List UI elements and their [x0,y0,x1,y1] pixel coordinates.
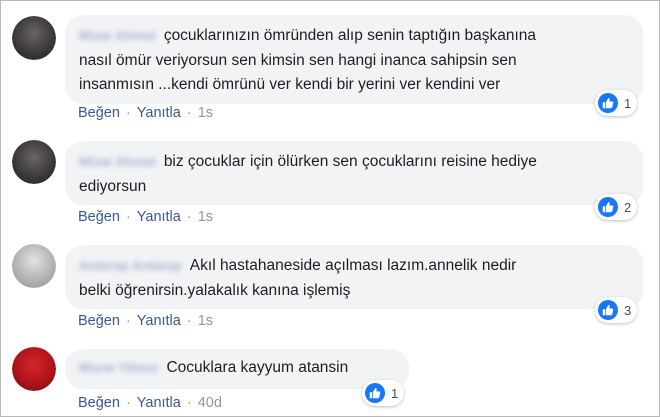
avatar[interactable] [12,140,56,184]
reaction-counter[interactable]: 1 [362,380,405,406]
reaction-counter[interactable]: 2 [595,194,638,220]
comment-author[interactable]: Mizar Ahmet [79,24,156,49]
separator-dot: · [125,105,131,121]
timestamp-link[interactable]: 1s [198,313,213,329]
comment-author[interactable]: Mizar Ahmet [79,150,156,175]
comment-text-line: biz çocuklar için ölürken sen çocukların… [163,153,537,170]
like-thumb-icon [598,197,618,217]
reaction-count: 1 [624,95,632,111]
comment-text-line: Cocuklara kayyum atansin [166,359,349,376]
reaction-count: 1 [391,385,399,401]
avatar[interactable] [12,347,56,391]
separator-dot: · [125,209,131,225]
comment-author[interactable]: Antürap Antürap [79,254,182,279]
comment-bubble: Murat Yilmaz Cocuklara kayyum atansin [65,349,409,389]
comment-actions: Beğen · Yanıtla · 1s [78,313,213,329]
like-link[interactable]: Beğen [78,313,120,329]
comment-actions: Beğen · Yanıtla · 40d [78,395,222,411]
avatar[interactable] [12,16,56,60]
reply-link[interactable]: Yanıtla [137,209,181,225]
like-link[interactable]: Beğen [78,395,120,411]
comment-text-line: Akıl hastahaneside açılması lazım.anneli… [189,257,517,274]
comment-text-line: çocuklarınızın ömründen alıp senin taptı… [163,27,537,44]
comment-actions: Beğen · Yanıtla · 1s [78,209,213,225]
comment-text-line: ediyorsun [79,177,147,195]
separator-dot: · [125,313,131,329]
comment-text-line: nasıl ömür veriyorsun sen kimsin sen han… [79,51,517,69]
avatar[interactable] [12,244,56,288]
comment-bubble: Mizar Ahmet biz çocuklar için ölürken sen… [65,141,643,205]
separator-dot: · [186,395,192,411]
timestamp-link[interactable]: 1s [198,105,213,121]
separator-dot: · [186,105,192,121]
comment-author[interactable]: Murat Yilmaz [79,356,158,381]
timestamp-link[interactable]: 1s [198,209,213,225]
like-link[interactable]: Beğen [78,209,120,225]
like-thumb-icon [598,93,618,113]
comments-panel: Mizar Ahmet çocuklarınızın ömründen alıp … [0,0,660,417]
reply-link[interactable]: Yanıtla [137,105,181,121]
reaction-counter[interactable]: 1 [595,90,638,116]
comment-actions: Beğen · Yanıtla · 1s [78,105,213,121]
comment-bubble: Mizar Ahmet çocuklarınızın ömründen alıp … [65,15,643,104]
comment-bubble: Antürap Antürap Akıl hastahaneside açılma… [65,245,643,309]
reply-link[interactable]: Yanıtla [137,395,181,411]
comment-text-line: belki öğrenirsin.yalakalık kanına işlemi… [79,281,351,299]
reaction-count: 2 [624,199,632,215]
reply-link[interactable]: Yanıtla [137,313,181,329]
timestamp-link[interactable]: 40d [198,395,222,411]
separator-dot: · [186,313,192,329]
reaction-count: 3 [624,302,632,318]
comment-text-line: insanmısın ...kendi ömrünü ver kendi bir… [79,76,501,93]
like-thumb-icon [598,300,618,320]
separator-dot: · [125,395,131,411]
like-thumb-icon [365,383,385,403]
separator-dot: · [186,209,192,225]
like-link[interactable]: Beğen [78,105,120,121]
reaction-counter[interactable]: 3 [595,297,638,323]
